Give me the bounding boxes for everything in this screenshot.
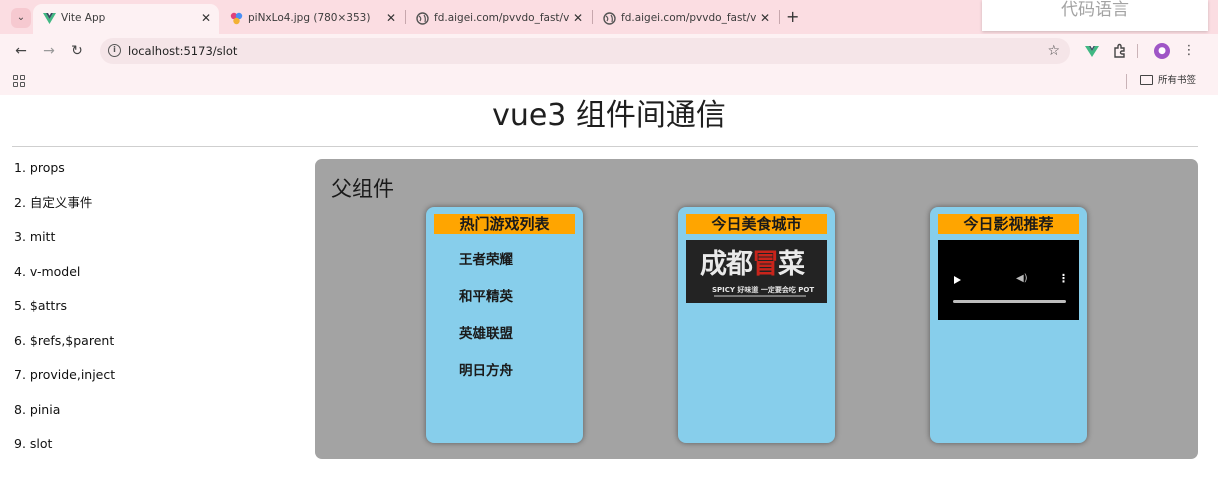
title-divider <box>12 146 1198 147</box>
nav-item-pinia[interactable]: 8. pinia <box>14 400 60 420</box>
nav-item-attrs[interactable]: 5. $attrs <box>14 296 67 316</box>
address-url[interactable]: localhost:5173/slot <box>128 38 237 64</box>
back-arrow-icon[interactable]: ← <box>11 41 31 61</box>
game-list-item: 王者荣耀 <box>459 252 513 268</box>
page-title: vue3 组件间通信 <box>492 98 726 133</box>
food-image: 成都冒菜 SPICY 好味道 一定要会吃 POT <box>686 240 827 303</box>
tab-search-chevron-icon[interactable]: ⌄ <box>11 8 31 28</box>
tab-close-icon[interactable]: ✕ <box>573 4 583 32</box>
nav-item-v-model[interactable]: 4. v-model <box>14 262 80 282</box>
nav-item-refs-parent[interactable]: 6. $refs,$parent <box>14 331 114 351</box>
browser-menu-icon[interactable]: ⋮ <box>1180 42 1198 60</box>
overlay-label-box: 代码语言 <box>982 0 1208 31</box>
nav-item-mitt[interactable]: 3. mitt <box>14 227 55 247</box>
forward-arrow-icon[interactable]: → <box>39 41 59 61</box>
toolbar-separator <box>1137 44 1138 58</box>
tab-title: piNxLo4.jpg (780×353) <box>248 12 371 24</box>
globe-icon <box>603 12 616 25</box>
game-list-item: 英雄联盟 <box>459 326 513 342</box>
nav-item-slot[interactable]: 9. slot <box>14 434 52 454</box>
movies-card-title: 今日影视推荐 <box>938 214 1079 234</box>
video-player[interactable]: ◀) ⋮ <box>938 240 1079 320</box>
food-image-underline <box>714 295 806 297</box>
folder-icon[interactable] <box>1140 75 1153 85</box>
parent-title: 父组件 <box>331 177 394 201</box>
volume-icon[interactable]: ◀) <box>1016 273 1028 285</box>
extensions-puzzle-icon[interactable] <box>1111 42 1129 60</box>
all-bookmarks-label[interactable]: 所有书签 <box>1158 68 1196 93</box>
tab-title: Vite App <box>61 12 106 24</box>
food-image-tagline: SPICY 好味道 一定要会吃 POT <box>712 286 815 294</box>
profile-avatar-icon[interactable]: ● <box>1154 43 1170 59</box>
overlay-label: 代码语言 <box>1061 0 1129 20</box>
food-image-logo-text: 成都冒菜 <box>700 249 805 280</box>
tab-separator <box>779 10 780 24</box>
movies-card: 今日影视推荐 ◀) ⋮ <box>930 207 1087 443</box>
tab-close-icon[interactable]: ✕ <box>760 4 770 32</box>
video-more-options-icon[interactable]: ⋮ <box>1058 273 1069 285</box>
tab-strip: ⌄ Vite App ✕ piNxLo4.jpg (780×353) ✕ fd.… <box>0 0 1218 34</box>
game-list-item: 明日方舟 <box>459 363 513 379</box>
parent-component-panel: 父组件 热门游戏列表 王者荣耀 和平精英 英雄联盟 明日方舟 今日美食城市 成都… <box>315 159 1198 459</box>
tab-vite-app[interactable]: Vite App ✕ <box>33 4 219 34</box>
browser-toolbar: ← → ↻ i localhost:5173/slot ☆ ● ⋮ <box>0 34 1218 68</box>
play-icon[interactable] <box>954 276 961 284</box>
tab-close-icon[interactable]: ✕ <box>386 4 396 32</box>
vue-logo-icon <box>43 13 56 24</box>
tab-title: fd.aigei.com/pvvdo_fast/vdo <box>621 12 756 24</box>
vue-devtools-icon[interactable] <box>1083 42 1101 60</box>
nav-item-custom-event[interactable]: 2. 自定义事件 <box>14 193 92 213</box>
tab-image[interactable]: piNxLo4.jpg (780×353) ✕ <box>220 4 406 34</box>
video-progress-bar[interactable] <box>953 300 1066 303</box>
apps-grid-icon[interactable] <box>13 75 25 87</box>
address-bar[interactable]: i localhost:5173/slot ☆ <box>100 38 1070 64</box>
games-card: 热门游戏列表 王者荣耀 和平精英 英雄联盟 明日方舟 <box>426 207 583 443</box>
site-info-icon[interactable]: i <box>108 44 121 57</box>
food-card-title: 今日美食城市 <box>686 214 827 234</box>
food-card: 今日美食城市 成都冒菜 SPICY 好味道 一定要会吃 POT <box>678 207 835 443</box>
game-list-item: 和平精英 <box>459 289 513 305</box>
new-tab-plus-icon[interactable]: + <box>786 4 799 30</box>
tab-aigei-1[interactable]: fd.aigei.com/pvvdo_fast/vdo ✕ <box>406 4 592 34</box>
bookmarks-separator <box>1126 74 1127 89</box>
games-card-title: 热门游戏列表 <box>434 214 575 234</box>
bookmarks-bar: 所有书签 <box>0 68 1218 95</box>
nav-item-provide-inject[interactable]: 7. provide,inject <box>14 365 115 385</box>
globe-icon <box>416 12 429 25</box>
tab-title: fd.aigei.com/pvvdo_fast/vdo <box>434 12 569 24</box>
tab-close-icon[interactable]: ✕ <box>201 4 211 32</box>
image-favicon-icon <box>230 12 243 25</box>
tab-aigei-2[interactable]: fd.aigei.com/pvvdo_fast/vdo ✕ <box>593 4 779 34</box>
reload-icon[interactable]: ↻ <box>67 41 87 61</box>
nav-item-props[interactable]: 1. props <box>14 158 65 178</box>
bookmark-star-icon[interactable]: ☆ <box>1047 38 1060 64</box>
